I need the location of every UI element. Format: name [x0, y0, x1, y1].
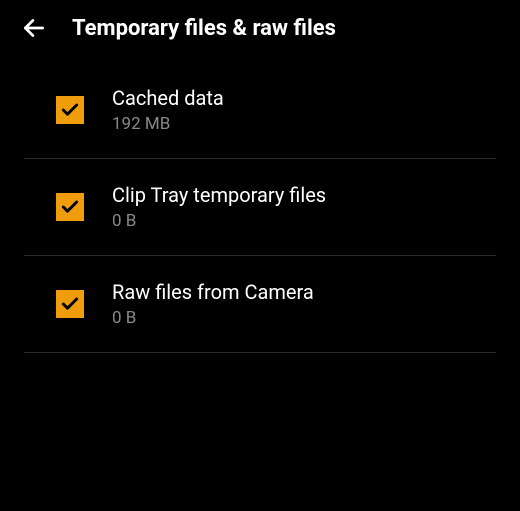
item-size: 0 B — [112, 308, 314, 328]
checkbox-cached-data[interactable] — [56, 96, 84, 124]
checkbox-raw-files[interactable] — [56, 290, 84, 318]
list-item[interactable]: Raw files from Camera 0 B — [24, 256, 496, 353]
checkbox-clip-tray[interactable] — [56, 193, 84, 221]
list-item[interactable]: Cached data 192 MB — [24, 56, 496, 159]
check-icon — [60, 100, 80, 120]
page-title: Temporary files & raw files — [72, 16, 336, 41]
item-content: Clip Tray temporary files 0 B — [112, 183, 326, 231]
arrow-left-icon — [21, 15, 47, 41]
item-content: Raw files from Camera 0 B — [112, 280, 314, 328]
file-list: Cached data 192 MB Clip Tray temporary f… — [0, 56, 520, 353]
item-size: 0 B — [112, 211, 326, 231]
check-icon — [60, 197, 80, 217]
header: Temporary files & raw files — [0, 0, 520, 56]
check-icon — [60, 294, 80, 314]
item-label: Clip Tray temporary files — [112, 183, 326, 207]
item-size: 192 MB — [112, 114, 224, 134]
item-label: Raw files from Camera — [112, 280, 314, 304]
item-content: Cached data 192 MB — [112, 86, 224, 134]
list-item[interactable]: Clip Tray temporary files 0 B — [24, 159, 496, 256]
item-label: Cached data — [112, 86, 224, 110]
back-button[interactable] — [20, 14, 48, 42]
